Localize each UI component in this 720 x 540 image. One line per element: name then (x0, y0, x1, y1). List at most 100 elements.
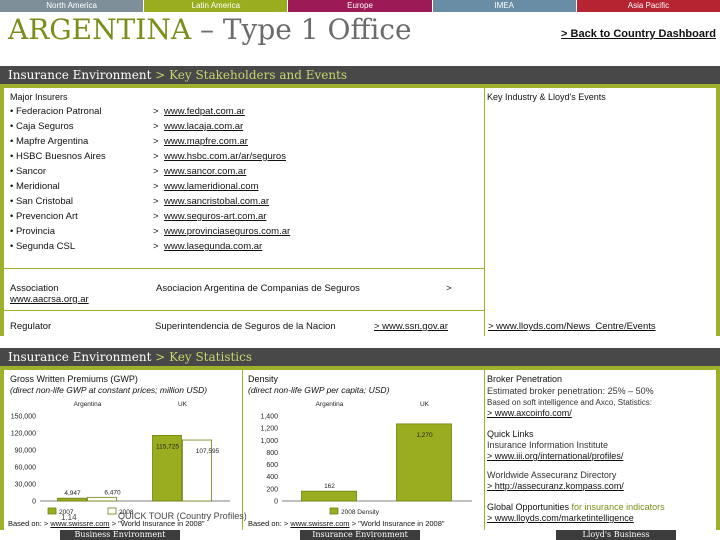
data-label: 1,270 (416, 432, 433, 439)
y-tick-label: 30,000 (15, 482, 37, 489)
y-tick-label: 200 (266, 486, 278, 493)
legend-swatch (47, 507, 57, 515)
y-tick-label: 400 (266, 474, 278, 481)
insurer-link[interactable]: www.sancor.com.ar (164, 164, 246, 179)
footer-tab-lloyds[interactable]: Lloyd's Business (556, 530, 676, 540)
bar (301, 490, 357, 502)
y-tick-label: 150,000 (11, 414, 36, 421)
page-title-country: ARGENTINA (8, 13, 192, 46)
density-source: Based on: > www.swissre.com > "World Ins… (248, 518, 445, 529)
broker-penetration-line2: Based on soft intelligence and Axco, Sta… (487, 398, 652, 407)
insurer-name: • Sancor (10, 166, 47, 177)
quick-links-title: Quick Links (487, 429, 534, 439)
gwp-chart: 0 30,000 60,000 90,000 120,000 150,000 Argenti… (11, 401, 230, 516)
insurer-row: • San Cristobal > www.sancristobal.com.ar (10, 194, 330, 209)
divider (4, 310, 484, 311)
insurer-link[interactable]: www.fedpat.com.ar (164, 104, 245, 119)
arrow-icon: > (153, 226, 159, 237)
density-chart: 0 200 400 600 800 1,000 1,200 1,400 Argentina UK 1… (260, 401, 472, 516)
data-label: 115,725 (156, 443, 179, 450)
y-tick-label: 600 (266, 462, 278, 469)
regulator-link[interactable]: > www.ssn.gov.ar (374, 321, 448, 332)
statistics-section-bar: Insurance Environment > Key Statistics (0, 348, 720, 370)
region-tab[interactable]: IMEA (432, 0, 576, 12)
gwp-chart-subtitle: (direct non-life GWP at constant prices;… (10, 385, 208, 395)
region-tab[interactable]: Europe (288, 0, 432, 12)
category-label: Argentina (74, 401, 102, 408)
global-opportunities: Global Opportunities for insurance indic… (487, 502, 665, 513)
quick-tour-caption: QUICK TOUR (Country Profiles) (118, 511, 247, 521)
gwp-source-link[interactable]: www.swissre.com (50, 519, 109, 528)
axco-link[interactable]: > www.axcoinfo.com/ (487, 408, 572, 419)
insurer-link[interactable]: www.sancristobal.com.ar (164, 194, 269, 209)
page-number: 1.14 (61, 513, 77, 522)
insurer-row: • Caja Seguros > www.lacaja.com.ar (10, 119, 330, 134)
insurer-link[interactable]: www.lasegunda.com.ar (164, 239, 262, 254)
legend-swatch (329, 507, 339, 515)
insurer-name: • San Cristobal (10, 196, 73, 207)
y-tick-label: 1,400 (260, 414, 278, 421)
statistics-bar-sub: > Key Statistics (151, 350, 253, 364)
regulator-name: Superintendencia de Seguros de la Nacion (155, 321, 336, 332)
regulator-label: Regulator (10, 321, 52, 332)
y-tick-label: 90,000 (15, 448, 37, 455)
market-intelligence-link[interactable]: > www.lloyds.com/marketintelligence (487, 513, 634, 524)
density-chart-subtitle: (direct non-life GWP per capita; USD) (248, 385, 390, 395)
insurer-link[interactable]: www.mapfre.com.ar (164, 134, 248, 149)
y-tick-label: 120,000 (11, 431, 36, 438)
association-name: Asociacion Argentina de Companias de Seg… (156, 283, 360, 294)
assecuranz-label: Worldwide Assecuranz Directory (487, 470, 617, 480)
statistics-bar-title: Insurance Environment (8, 350, 152, 364)
region-tab[interactable]: Latin America (144, 0, 288, 12)
insurer-link[interactable]: www.provinciaseguros.com.ar (164, 224, 290, 239)
footer-tab-business[interactable]: Business Environment (60, 530, 180, 540)
data-label: 162 (324, 483, 335, 490)
footer-tab-insurance[interactable]: Insurance Environment (300, 530, 420, 540)
gwp-source-prefix: Based on: > (8, 519, 51, 528)
category-label: UK (420, 401, 430, 408)
insurer-row: • Prevencion Art > www.seguros-art.com.ar (10, 209, 330, 224)
iii-link[interactable]: > www.iii.org/international/profiles/ (487, 451, 623, 462)
association-link[interactable]: www.aacrsa.org.ar (10, 294, 89, 305)
insurer-name: • HSBC Buesnos Aires (10, 151, 106, 162)
y-tick-label: 800 (266, 450, 278, 457)
arrow-icon: > (153, 106, 159, 117)
data-label: 107,595 (196, 448, 220, 455)
column-divider (484, 88, 485, 336)
data-label: 6,470 (104, 489, 121, 496)
legend-label: 2008 Density (341, 509, 380, 516)
region-tab[interactable]: North America (0, 0, 144, 12)
stakeholders-section-bar: Insurance Environment > Key Stakeholders… (0, 66, 720, 88)
assecuranz-link[interactable]: > http://assecuranz.kompass.com/ (487, 481, 624, 492)
page-title: ARGENTINA – Type 1 Office (8, 13, 412, 46)
region-tab[interactable]: Asia Pacific (576, 0, 720, 12)
insurer-link[interactable]: www.lameridional.com (164, 179, 259, 194)
y-tick-label: 60,000 (15, 465, 37, 472)
data-label: 4,947 (64, 490, 81, 497)
insurer-link[interactable]: www.lacaja.com.ar (164, 119, 243, 134)
global-opportunities-a: Global Opportunities (487, 502, 572, 512)
bar (87, 496, 117, 502)
back-to-dashboard-link[interactable]: > Back to Country Dashboard (561, 28, 716, 40)
bar (57, 497, 87, 502)
insurer-name: • Provincia (10, 226, 56, 237)
legend-swatch (107, 507, 117, 515)
y-tick-label: 1,200 (260, 426, 278, 433)
category-label: UK (178, 401, 188, 408)
arrow-icon: > (153, 241, 159, 252)
insurer-row: • Meridional > www.lameridional.com (10, 179, 330, 194)
arrow-icon: > (153, 211, 159, 222)
insurer-link[interactable]: www.seguros-art.com.ar (164, 209, 266, 224)
arrow-icon: > (153, 196, 159, 207)
lloyds-events-link[interactable]: > www.lloyds.com/News_Centre/Events (488, 321, 656, 332)
insurer-row: • HSBC Buesnos Aires > www.hsbc.com.ar/ar/… (10, 149, 330, 164)
density-source-link[interactable]: www.swissre.com (290, 519, 349, 528)
global-opportunities-b: for insurance indicators (571, 502, 665, 512)
insurer-name: • Caja Seguros (10, 121, 74, 132)
association-arrow: > (446, 283, 452, 294)
insurer-row: • Segunda CSL > www.lasegunda.com.ar (10, 239, 330, 254)
density-source-prefix: Based on: > (248, 519, 291, 528)
insurer-row: • Sancor > www.sancor.com.ar (10, 164, 330, 179)
major-insurers-label: Major Insurers (10, 92, 68, 102)
insurer-link[interactable]: www.hsbc.com.ar/ar/seguros (164, 149, 286, 164)
